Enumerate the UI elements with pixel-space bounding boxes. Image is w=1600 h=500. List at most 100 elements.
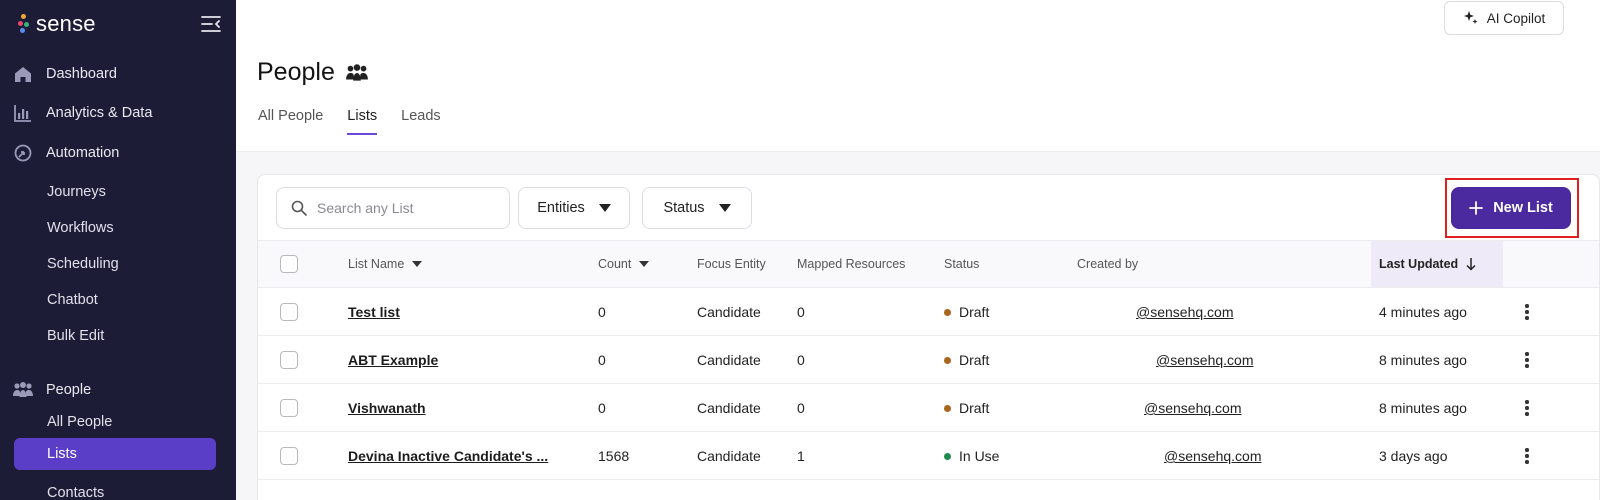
created-by-email[interactable]: @sensehq.com [1136, 304, 1233, 320]
highlight-box: New List [1445, 178, 1579, 238]
people-tabs: All People Lists Leads [258, 108, 441, 135]
sidebar-item-workflows[interactable]: Workflows [47, 213, 114, 243]
status-dropdown[interactable]: Status [642, 187, 752, 229]
tab-leads[interactable]: Leads [401, 108, 441, 134]
new-list-label: New List [1493, 200, 1553, 216]
col-last-updated[interactable]: Last Updated [1371, 241, 1503, 287]
ai-copilot-button[interactable]: AI Copilot [1444, 1, 1564, 35]
col-status: Status [944, 257, 980, 271]
sidebar-item-contacts[interactable]: Contacts [47, 478, 104, 500]
tab-lists[interactable]: Lists [347, 108, 377, 135]
arrow-down-icon [1466, 257, 1476, 271]
more-options-icon[interactable] [1517, 352, 1537, 368]
people-icon [12, 379, 34, 401]
mapped-resources-cell: 0 [797, 400, 805, 416]
home-icon [12, 63, 34, 85]
sidebar-item-all-people[interactable]: All People [47, 407, 112, 437]
more-options-icon[interactable] [1517, 400, 1537, 416]
created-by-email[interactable]: @sensehq.com [1164, 448, 1261, 464]
row-checkbox-cell [280, 336, 298, 384]
page-title: People [257, 58, 369, 87]
focus-entity-cell: Candidate [697, 400, 761, 416]
page-header: AI Copilot People All People Lists Leads [236, 0, 1600, 152]
focus-entity-cell: Candidate [697, 448, 761, 464]
nav-people[interactable]: People [12, 372, 91, 408]
status-cell: Draft [944, 336, 989, 384]
search-icon [291, 200, 307, 216]
row-checkbox[interactable] [280, 447, 298, 465]
row-checkbox[interactable] [280, 351, 298, 369]
row-checkbox[interactable] [280, 303, 298, 321]
select-all-checkbox-cell [280, 241, 298, 287]
nav-analytics[interactable]: Analytics & Data [12, 95, 152, 131]
people-title-icon [345, 63, 368, 81]
sidebar: sense Dashboard Analytics & Data Automat… [0, 0, 236, 500]
table-row[interactable]: Vishwanath 0 Candidate 0 Draft @sensehq.… [258, 384, 1599, 432]
nav-people-label: People [46, 382, 92, 398]
table-row[interactable]: ABT Example 0 Candidate 0 Draft @sensehq… [258, 336, 1599, 384]
table-row[interactable]: Test list 0 Candidate 0 Draft @sensehq.c… [258, 288, 1599, 336]
mapped-resources-cell: 0 [797, 304, 805, 320]
row-menu-cell [1517, 288, 1537, 336]
search-box[interactable] [276, 187, 510, 229]
brand-name: sense [36, 11, 96, 36]
col-created-by: Created by [1077, 257, 1139, 271]
entities-dropdown[interactable]: Entities [518, 187, 630, 229]
bar-chart-icon [12, 102, 34, 124]
collapse-sidebar-icon[interactable] [200, 14, 222, 34]
ai-copilot-label: AI Copilot [1486, 10, 1546, 26]
count-cell: 0 [598, 304, 606, 320]
nav-automation[interactable]: Automation [12, 135, 119, 171]
plus-icon [1469, 201, 1484, 215]
sidebar-item-lists[interactable]: Lists [14, 438, 216, 470]
row-menu-cell [1517, 384, 1537, 432]
status-cell: Draft [944, 384, 989, 432]
list-name-link[interactable]: Vishwanath [348, 400, 426, 416]
search-input[interactable] [317, 200, 487, 216]
count-cell: 0 [598, 352, 606, 368]
col-list-name[interactable]: List Name [348, 241, 423, 287]
last-updated-cell: 4 minutes ago [1379, 304, 1467, 320]
col-mapped-resources: Mapped Resources [797, 257, 906, 271]
created-by-email[interactable]: @sensehq.com [1156, 352, 1253, 368]
nav-dashboard[interactable]: Dashboard [12, 56, 117, 92]
status-dropdown-label: Status [663, 200, 705, 216]
sidebar-item-bulk-edit[interactable]: Bulk Edit [47, 321, 104, 351]
tab-all-people[interactable]: All People [258, 108, 323, 134]
sidebar-item-scheduling[interactable]: Scheduling [47, 249, 119, 279]
created-by-email[interactable]: @sensehq.com [1144, 400, 1241, 416]
col-count[interactable]: Count [598, 241, 650, 287]
status-label: Draft [959, 304, 990, 320]
table-header: List Name Count Focus Entity Mapped Reso… [258, 240, 1599, 288]
col-focus-entity: Focus Entity [697, 257, 766, 271]
more-options-icon[interactable] [1517, 304, 1537, 320]
list-name-link[interactable]: Devina Inactive Candidate's ... [348, 448, 548, 464]
status-label: In Use [959, 448, 1000, 464]
col-list-name-label: List Name [348, 257, 405, 271]
logo-dots-icon [18, 13, 30, 35]
brand-logo[interactable]: sense [18, 11, 96, 37]
list-name-link[interactable]: ABT Example [348, 352, 438, 368]
caret-down-icon [718, 204, 731, 212]
select-all-checkbox[interactable] [280, 255, 298, 273]
sidebar-item-journeys[interactable]: Journeys [47, 177, 106, 207]
list-name-link[interactable]: Test list [348, 304, 400, 320]
focus-entity-cell: Candidate [697, 304, 761, 320]
caret-down-icon [598, 204, 611, 212]
table-row[interactable]: Devina Inactive Candidate's ... 1568 Can… [258, 432, 1599, 480]
sidebar-item-chatbot[interactable]: Chatbot [47, 285, 98, 315]
row-checkbox-cell [280, 288, 298, 336]
row-menu-cell [1517, 432, 1537, 480]
sidebar-item-lists-label: Lists [47, 446, 77, 462]
last-updated-cell: 8 minutes ago [1379, 400, 1467, 416]
last-updated-cell: 3 days ago [1379, 448, 1448, 464]
entities-dropdown-label: Entities [537, 200, 585, 216]
page-title-text: People [257, 58, 335, 86]
automation-icon [12, 142, 34, 164]
col-count-label: Count [598, 257, 632, 271]
more-options-icon[interactable] [1517, 448, 1537, 464]
lists-card: Entities Status New List List Name Count… [257, 174, 1600, 500]
new-list-button[interactable]: New List [1451, 187, 1571, 229]
row-checkbox[interactable] [280, 399, 298, 417]
status-dot-icon [944, 404, 951, 412]
